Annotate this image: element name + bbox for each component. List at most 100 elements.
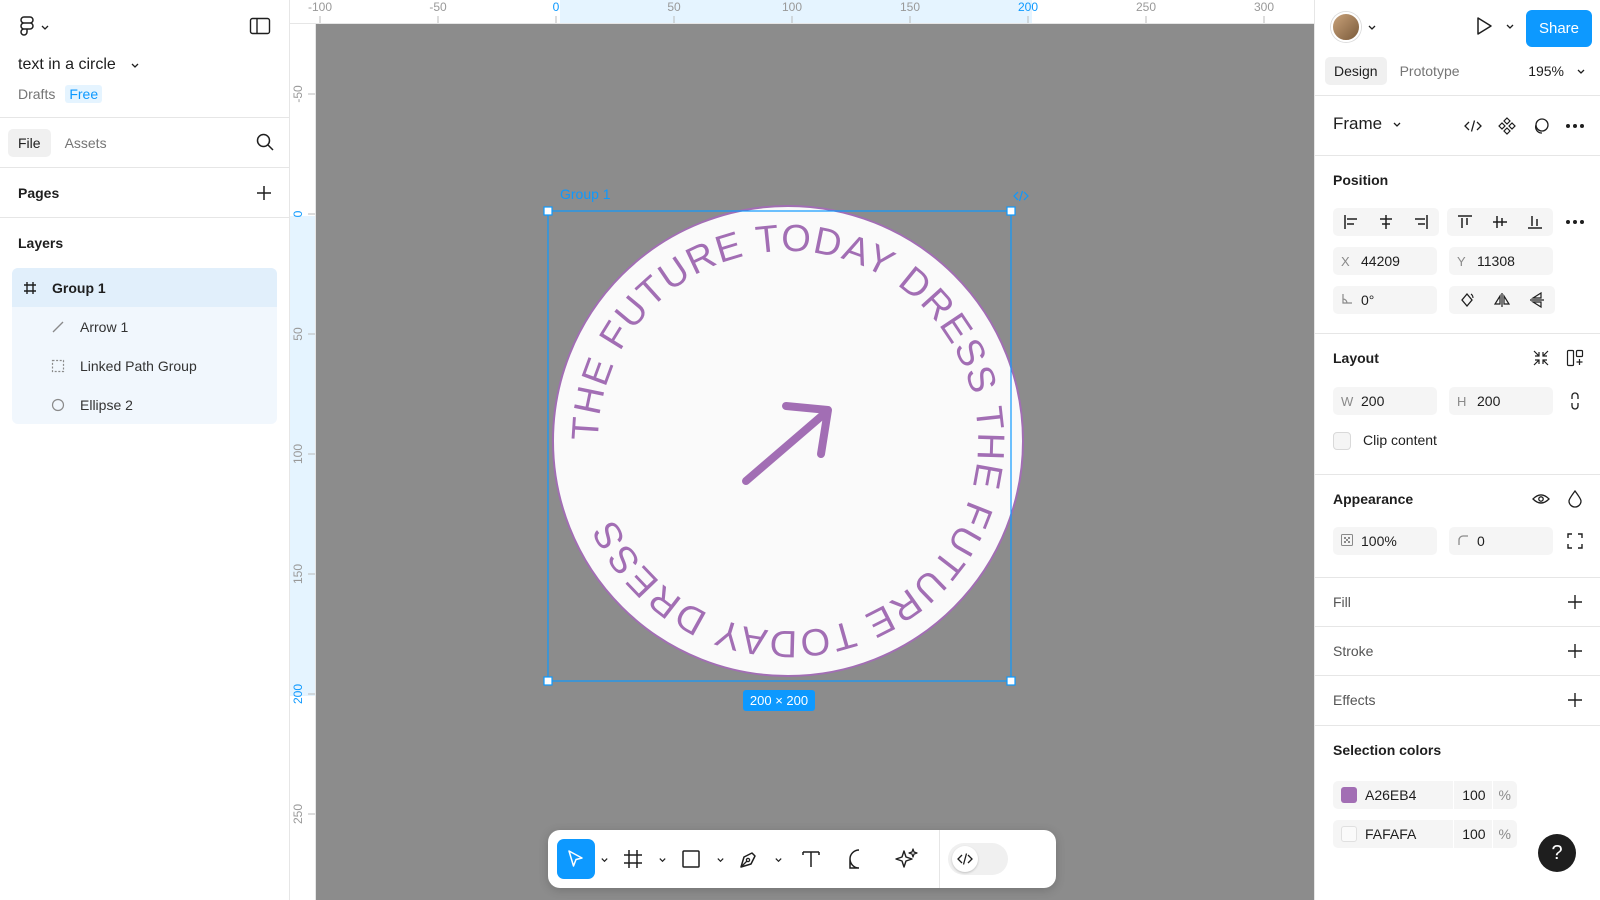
tab-assets[interactable]: Assets	[55, 129, 117, 157]
pen-tool-menu[interactable]	[769, 855, 787, 864]
more-options-icon[interactable]	[1561, 112, 1589, 140]
color-hex[interactable]: FAFAFA	[1365, 826, 1416, 842]
layer-row-group-1[interactable]: Group 1	[12, 268, 277, 307]
frame-type-dropdown[interactable]: Frame	[1333, 114, 1402, 134]
rotation-input[interactable]: 0°	[1333, 286, 1437, 314]
code-icon[interactable]	[1013, 190, 1029, 202]
y-position-input[interactable]: Y 11308	[1449, 247, 1553, 275]
move-tool[interactable]	[557, 839, 595, 879]
text-tool[interactable]	[787, 839, 835, 879]
chevron-down-icon	[600, 857, 608, 862]
tab-prototype[interactable]: Prototype	[1391, 57, 1469, 85]
dev-mode-toggle[interactable]	[948, 843, 1008, 875]
help-button[interactable]: ?	[1538, 834, 1576, 872]
file-name-button[interactable]: text in a circle	[18, 56, 140, 74]
frame-name-label[interactable]: Group 1	[560, 186, 611, 202]
resize-handle-bottom-right[interactable]	[1006, 676, 1016, 686]
chevron-down-icon	[41, 25, 49, 30]
rotate-icon[interactable]	[1449, 286, 1484, 314]
size-badge: 200 × 200	[750, 693, 808, 708]
color-hex[interactable]: A26EB4	[1365, 787, 1416, 803]
radius-value: 0	[1477, 533, 1485, 549]
present-button[interactable]	[1475, 16, 1515, 36]
actions-tool[interactable]	[883, 839, 931, 879]
flip-horizontal-icon[interactable]	[1484, 286, 1519, 314]
width-input[interactable]: W 200	[1333, 387, 1437, 415]
bottom-toolbar	[548, 830, 1056, 888]
ruler-tick-label: 0	[553, 0, 560, 14]
canvas[interactable]: Group 1 THE FUTURE TODAY DRESS THE FUTUR…	[316, 24, 1314, 900]
color-swatch[interactable]	[1341, 787, 1357, 803]
add-fill-icon[interactable]	[1561, 588, 1589, 616]
add-page-icon[interactable]	[255, 184, 273, 202]
frame-tool-menu[interactable]	[653, 855, 671, 864]
clip-content-checkbox[interactable]	[1333, 432, 1351, 450]
mask-icon[interactable]	[1527, 112, 1555, 140]
align-middle-v-icon[interactable]	[1482, 208, 1517, 236]
drafts-link[interactable]: Drafts	[18, 86, 55, 102]
more-align-options-icon[interactable]	[1561, 208, 1589, 236]
pen-tool[interactable]	[729, 839, 769, 879]
fill-section: Fill	[1315, 578, 1600, 627]
shape-tool-menu[interactable]	[711, 855, 729, 864]
tab-design[interactable]: Design	[1325, 57, 1387, 85]
eye-icon[interactable]	[1527, 485, 1555, 513]
tab-file[interactable]: File	[8, 128, 51, 157]
layers-list: Group 1 Arrow 1 Linked Path Group Ellips…	[12, 268, 277, 424]
color-swatch[interactable]	[1341, 826, 1357, 842]
constrain-proportions-icon[interactable]	[1561, 387, 1589, 415]
toggle-sidebar-button[interactable]	[249, 16, 271, 39]
pen-icon	[740, 852, 756, 868]
layer-row-ellipse-2[interactable]: Ellipse 2	[12, 385, 277, 424]
add-stroke-icon[interactable]	[1561, 637, 1589, 665]
search-layers-button[interactable]	[255, 132, 275, 155]
align-center-h-icon[interactable]	[1368, 208, 1403, 236]
auto-layout-icon[interactable]	[1561, 344, 1589, 372]
panel-tabs: Design Prototype	[1325, 57, 1469, 85]
chevron-down-icon	[1577, 69, 1585, 74]
selection-color-row[interactable]: A26EB4 100 %	[1333, 781, 1517, 809]
pages-section: Pages	[0, 168, 289, 218]
x-position-input[interactable]: X 44209	[1333, 247, 1437, 275]
frame-tool[interactable]	[613, 839, 653, 879]
resize-handle-top-right[interactable]	[1006, 206, 1016, 216]
comment-tool[interactable]	[835, 839, 883, 879]
collapse-icon[interactable]	[1527, 344, 1555, 372]
opacity-input[interactable]: 100%	[1333, 527, 1437, 555]
height-input[interactable]: H 200	[1449, 387, 1553, 415]
layer-row-linked-path-group[interactable]: Linked Path Group	[12, 346, 277, 385]
color-opacity[interactable]: 100	[1453, 820, 1491, 848]
line-icon	[48, 317, 68, 337]
align-right-icon[interactable]	[1403, 208, 1438, 236]
share-button[interactable]: Share	[1526, 10, 1592, 47]
frame-icon	[624, 850, 642, 868]
blend-mode-icon[interactable]	[1561, 485, 1589, 513]
sparkle-icon	[895, 848, 918, 868]
flip-vertical-icon[interactable]	[1519, 286, 1554, 314]
file-name: text in a circle	[18, 56, 116, 73]
user-avatar[interactable]	[1331, 12, 1361, 42]
add-effect-icon[interactable]	[1561, 686, 1589, 714]
color-opacity[interactable]: 100	[1453, 781, 1491, 809]
plan-badge[interactable]: Free	[65, 85, 103, 103]
resize-handle-bottom-left[interactable]	[543, 676, 553, 686]
y-value: 11308	[1477, 253, 1515, 269]
align-left-icon[interactable]	[1333, 208, 1368, 236]
shape-tool[interactable]	[671, 839, 711, 879]
move-tool-menu[interactable]	[595, 855, 613, 864]
align-bottom-icon[interactable]	[1517, 208, 1552, 236]
layer-row-arrow-1[interactable]: Arrow 1	[12, 307, 277, 346]
main-menu-button[interactable]	[18, 16, 50, 38]
selection-color-row[interactable]: FAFAFA 100 %	[1333, 820, 1517, 848]
individual-corners-icon[interactable]	[1561, 527, 1589, 555]
chevron-down-icon[interactable]	[1367, 22, 1377, 32]
component-icon[interactable]	[1493, 112, 1521, 140]
corner-radius-input[interactable]: 0	[1449, 527, 1553, 555]
layers-title: Layers	[18, 235, 64, 251]
zoom-dropdown[interactable]: 195%	[1528, 63, 1586, 79]
align-top-icon[interactable]	[1447, 208, 1482, 236]
code-icon[interactable]	[1459, 112, 1487, 140]
height-value: 200	[1477, 393, 1501, 409]
resize-handle-top-left[interactable]	[543, 206, 553, 216]
opacity-value: 100%	[1361, 533, 1397, 549]
